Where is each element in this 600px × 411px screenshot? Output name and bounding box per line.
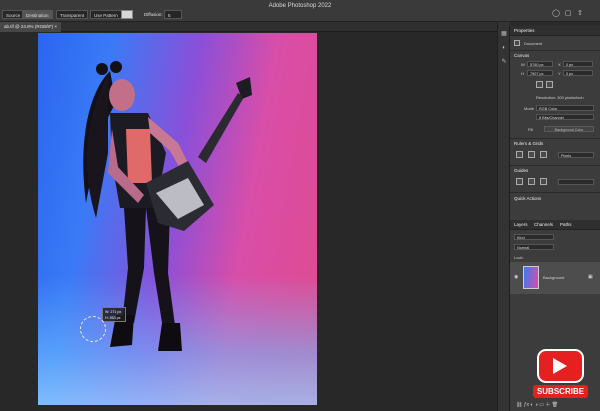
layer-thumbnail [523,266,539,289]
diffusion-field[interactable]: 5 [164,10,182,19]
diffusion-label: Diffusion: [144,12,163,17]
history-icon[interactable]: ▦ [500,30,508,38]
layers-tab-bar: Layers Channels Paths [510,220,600,230]
transform-readout: W: 271 px H: 553 px [102,307,126,322]
properties-panel: Properties Document Canvas W 5760 px X 0… [509,26,600,220]
lock-icon: ▣ [588,274,593,280]
bit-depth-select[interactable]: 8 Bits/Channel [536,114,594,120]
share-icon[interactable]: ⇧ [576,10,584,18]
destination-toggle[interactable]: Destination [22,10,53,19]
quick-actions-header[interactable]: Quick Actions [514,196,541,201]
guides-icon[interactable] [516,178,523,185]
youtube-subscribe-badge[interactable]: SUBSCRIBE [533,349,588,401]
play-icon [553,358,567,374]
divider [510,192,600,193]
document-icon [514,40,520,46]
layer-row[interactable]: ◉ Background ▣ [510,262,600,294]
width-label: W [521,62,525,67]
layer-name: Background [543,275,565,280]
height-field[interactable]: 7907 px [527,70,553,76]
fill-label: Fill [528,127,534,132]
divider [510,50,600,51]
document-tab[interactable]: ab.tif @ 24.8% (RGB/8*) × [0,22,61,32]
adjustments-icon[interactable]: ◐ [500,44,508,52]
app-title: Adobe Photoshop 2022 [268,3,332,9]
layer-filter-kind[interactable]: Kind [514,234,554,240]
x-field[interactable]: 0 px [563,61,593,67]
document-tab-bar: ab.tif @ 24.8% (RGB/8*) × [0,22,510,32]
options-bar: Adobe Photoshop 2022 Source Destination … [0,0,600,22]
brush-cursor [80,316,106,342]
blend-mode-select[interactable]: Normal [514,244,554,250]
resolution-text: Resolution: 300 pixels/inch [536,95,584,100]
mode-select[interactable]: RGB Color [536,105,594,111]
tab-paths[interactable]: Paths [560,220,572,230]
landscape-orientation-icon[interactable] [546,81,553,88]
tab-channels[interactable]: Channels [534,220,553,230]
guides-color-select[interactable] [558,179,594,185]
guitarist-figure [83,61,252,351]
layer-actions-icons[interactable]: ⛓ ƒx ◐ ◑ ▭ ＋ 🗑 [516,401,558,408]
pixel-grid-icon[interactable] [540,151,547,158]
rulers-icon[interactable] [516,151,523,158]
visibility-eye-icon[interactable]: ◉ [514,274,518,280]
fill-select[interactable]: Background Color [544,126,594,132]
lock-label: Lock: [514,255,524,260]
readout-height: H: 553 px [105,316,121,320]
divider [510,138,600,139]
document-image[interactable]: W: 271 px H: 553 px [38,33,317,405]
height-label: H [521,71,524,76]
lock-guides-icon[interactable] [540,178,547,185]
document-label: Document [524,41,543,46]
search-icon[interactable]: ◯ [552,10,560,18]
width-field[interactable]: 5760 px [527,61,553,67]
y-field[interactable]: 0 px [563,70,593,76]
y-label: Y [558,71,561,76]
rulers-unit-select[interactable]: Pixels [558,152,594,158]
canvas-section-header[interactable]: Canvas [514,53,529,58]
document-tab-label: ab.tif @ 24.8% (RGB/8*) [4,24,54,29]
grid-icon[interactable] [528,151,535,158]
rulers-section-header[interactable]: Rulers & Grids [514,141,543,146]
properties-tab[interactable]: Properties [510,26,600,36]
source-toggle[interactable]: Source [2,10,25,19]
x-label: X [558,62,561,67]
pattern-swatch[interactable] [121,10,133,19]
panel-icon-strip: ▦ ◐ ✎ [497,22,509,411]
tab-layers[interactable]: Layers [514,220,528,230]
brush-settings-icon[interactable]: ✎ [500,58,508,66]
workspace-icon[interactable]: ▢ [564,10,572,18]
subscribe-label: SUBSCRIBE [533,385,588,398]
mode-label: Mode [524,106,535,111]
divider [510,165,600,166]
portrait-orientation-icon[interactable] [536,81,543,88]
transparent-checkbox[interactable]: Transparent [56,10,89,19]
guides-section-header[interactable]: Guides [514,168,528,173]
use-pattern-button[interactable]: Use Pattern [90,10,122,19]
guide-layout-icon[interactable] [528,178,535,185]
